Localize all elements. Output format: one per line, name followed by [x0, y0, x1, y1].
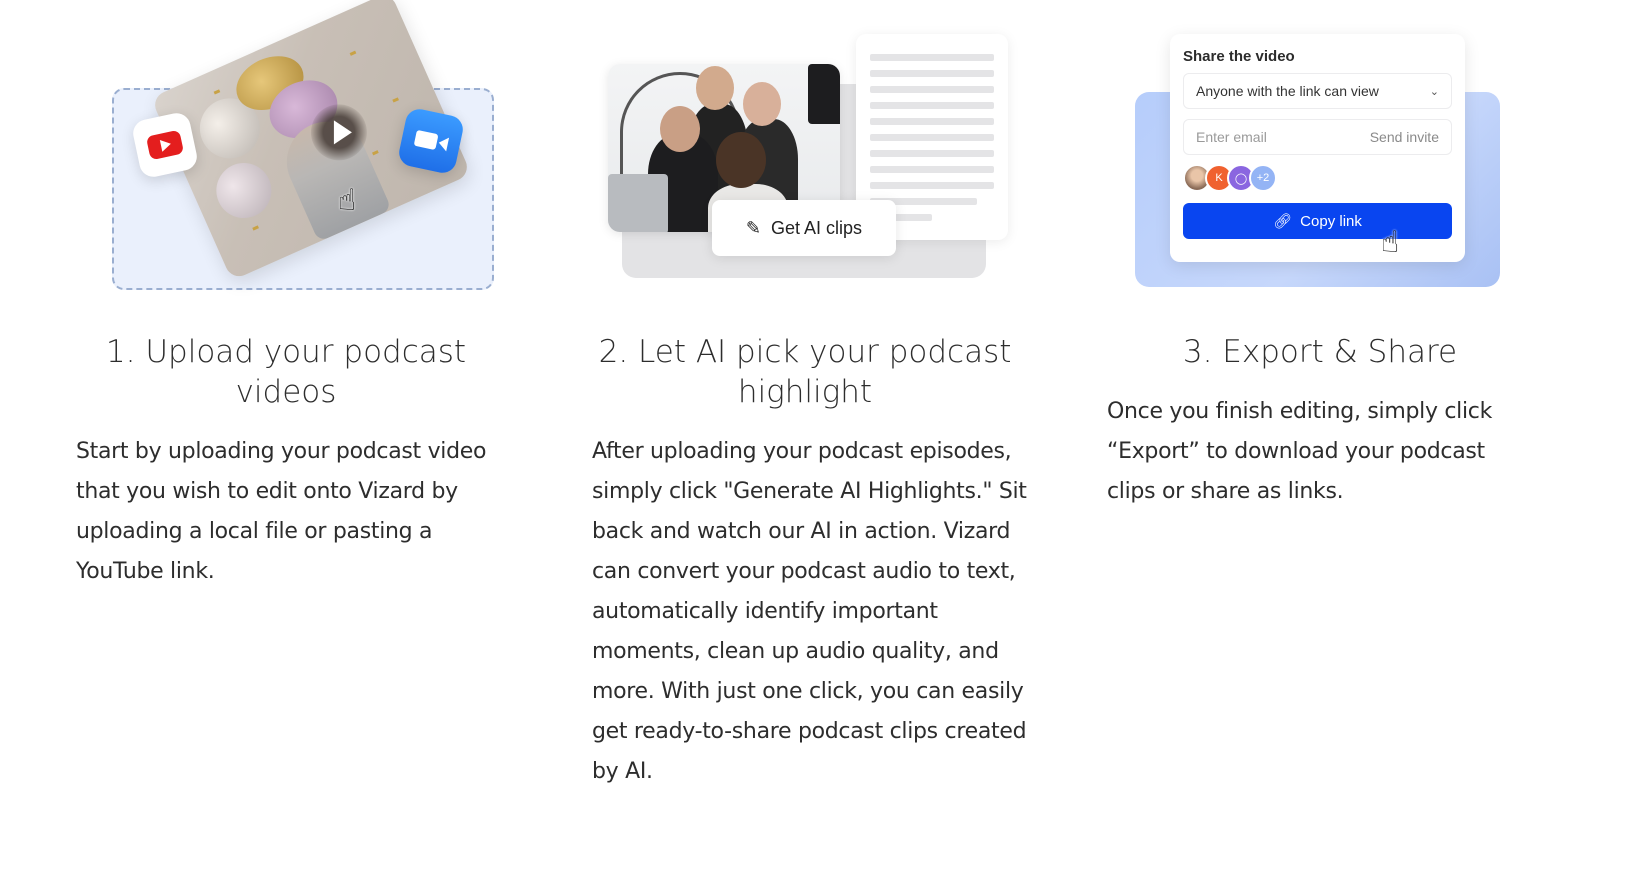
share-dialog-title: Share the video — [1183, 48, 1295, 65]
transcript-line — [870, 134, 994, 141]
chevron-down-icon: ⌄ — [1429, 85, 1439, 98]
transcript-line — [870, 118, 994, 125]
transcript-line — [870, 166, 994, 173]
person-head — [743, 82, 781, 126]
step-3-description: Once you finish editing, simply click “E… — [1107, 399, 1493, 504]
copy-link-button[interactable]: 🔗︎ Copy link — [1183, 203, 1452, 239]
confetti — [213, 89, 221, 95]
play-button[interactable] — [310, 104, 367, 161]
transcript-line — [870, 150, 994, 157]
copy-link-label: Copy link — [1300, 212, 1362, 230]
transcript-line — [870, 102, 994, 109]
step-2-description: After uploading your podcast episodes, s… — [592, 439, 1027, 784]
laptop — [608, 174, 668, 232]
transcript-line — [870, 86, 994, 93]
zoom-badge[interactable] — [396, 106, 466, 176]
share-illustration: Share the video Anyone with the link can… — [1135, 32, 1505, 292]
get-ai-clips-label: Get AI clips — [771, 217, 863, 238]
person-figure — [808, 64, 840, 124]
camera-lens-shape — [436, 135, 449, 152]
play-icon — [333, 120, 352, 145]
upload-illustration: ☝ — [112, 0, 502, 296]
person-head — [696, 66, 734, 110]
transcript-line — [870, 54, 994, 61]
zoom-video-icon — [413, 129, 439, 150]
step-1-title: 1. Upload your podcast videos — [105, 334, 467, 410]
link-icon: 🔗︎ — [1273, 213, 1293, 230]
person-head — [716, 132, 766, 188]
balloon-shape — [207, 154, 281, 227]
avatar-more-count[interactable]: +2 — [1249, 164, 1277, 192]
send-invite-button[interactable]: Send invite — [1370, 129, 1439, 145]
avatar-group: K ◯ +2 — [1183, 163, 1452, 193]
person-head — [660, 106, 700, 152]
transcript-line — [870, 70, 994, 77]
confetti — [392, 97, 400, 103]
confetti — [252, 225, 259, 231]
step-3-title: 3. Export & Share — [1182, 334, 1458, 370]
youtube-badge[interactable] — [130, 110, 200, 180]
confetti — [372, 150, 379, 156]
ai-highlight-illustration: ✎ Get AI clips — [606, 30, 1026, 290]
get-ai-clips-button[interactable]: ✎ Get AI clips — [712, 200, 896, 256]
user-icon: ◯ — [1234, 172, 1248, 185]
confetti — [349, 50, 357, 56]
step-1-description: Start by uploading your podcast video th… — [76, 439, 487, 584]
magic-wand-icon: ✎ — [745, 217, 762, 238]
permission-value: Anyone with the link can view — [1196, 83, 1379, 99]
share-dialog: Share the video Anyone with the link can… — [1170, 34, 1465, 262]
email-input[interactable] — [1196, 129, 1346, 145]
transcript-line — [870, 182, 994, 189]
step-2-title: 2. Let AI pick your podcast highlight — [598, 334, 1012, 410]
invite-row: Send invite — [1183, 119, 1452, 155]
hand-cursor-icon: ☝ — [338, 183, 357, 218]
permission-select[interactable]: Anyone with the link can view ⌄ — [1183, 73, 1452, 109]
hand-cursor-icon: ☝ — [1381, 225, 1400, 260]
youtube-icon — [145, 129, 185, 161]
